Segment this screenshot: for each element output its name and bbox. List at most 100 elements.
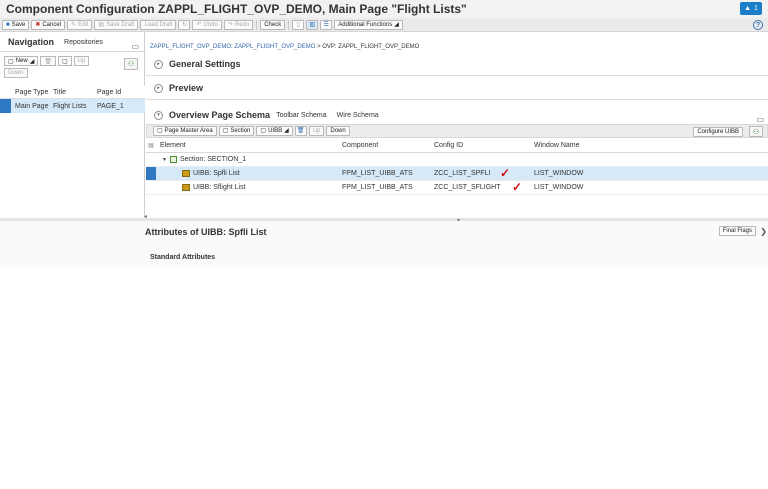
- page-master-area-button[interactable]: ▢ Page Master Area: [153, 126, 217, 136]
- tree-row[interactable]: ▼ Section: SECTION_1: [146, 153, 768, 167]
- add-user-button[interactable]: ⚇: [124, 58, 138, 70]
- breadcrumb: ZAPPL_FLIGHT_OVP_DEMO: ZAPPL_FLIGHT_OVP_…: [150, 44, 419, 50]
- down-button[interactable]: Down: [326, 126, 350, 136]
- divider: [146, 75, 768, 76]
- row-selector[interactable]: [146, 167, 156, 180]
- trash-icon: 🗑: [44, 58, 52, 65]
- checkmark-icon: ✓: [500, 166, 511, 180]
- tab-navigation[interactable]: Navigation: [8, 37, 54, 51]
- alert-button[interactable]: ▲ 1: [740, 2, 762, 15]
- list-view-button[interactable]: ☰: [320, 19, 333, 30]
- section-icon: [169, 156, 177, 163]
- cancel-icon: ✖: [35, 21, 41, 28]
- attributes-panel: Attributes of UIBB: Spfli List Final Fla…: [0, 221, 768, 489]
- column-header[interactable]: Title: [49, 89, 93, 96]
- delete-button[interactable]: 🗑: [40, 56, 56, 66]
- table-row[interactable]: UIBB: Sflight List FPM_LIST_UIBB_ATS ZCC…: [146, 180, 768, 195]
- section-label: Section: SECTION_1: [179, 156, 247, 163]
- additional-functions-menu[interactable]: Additional Functions ◢: [334, 19, 403, 30]
- element-cell: UIBB: Sflight List: [193, 184, 246, 191]
- edit-button[interactable]: ✎ Edit: [67, 19, 93, 30]
- navigation-tabs: Navigation Repositories: [0, 32, 144, 52]
- row-selector[interactable]: [146, 181, 156, 194]
- row-selector[interactable]: [0, 99, 11, 113]
- expand-icon[interactable]: ▸: [154, 83, 163, 93]
- split-view-button[interactable]: ▥: [306, 19, 319, 30]
- tab-wire-schema[interactable]: Wire Schema: [337, 112, 379, 119]
- up-button[interactable]: Up: [73, 56, 90, 66]
- column-header[interactable]: Element: [156, 142, 336, 149]
- draft-icon: ▤: [98, 21, 105, 28]
- config-id-cell: ZCC_LIST_SPFLI: [434, 170, 491, 177]
- cancel-button[interactable]: ✖ Cancel: [31, 19, 66, 30]
- person-add-icon: ⚇: [752, 128, 760, 136]
- table-row[interactable]: Main Page Flight Lists PAGE_1: [0, 99, 145, 113]
- split-view-icon: ▥: [309, 21, 316, 28]
- add-uibb-button[interactable]: ▢ UIBB ◢: [256, 126, 293, 136]
- toolbar-separator: [256, 19, 258, 30]
- save-button[interactable]: ■ Save: [2, 19, 30, 30]
- refresh-button[interactable]: ↻: [178, 19, 191, 30]
- section-title: General Settings: [169, 59, 241, 69]
- page-icon: ▢: [222, 128, 229, 134]
- column-header[interactable]: Page Id: [93, 89, 138, 96]
- save-draft-button[interactable]: ▤ Save Draft: [94, 19, 139, 30]
- layout-button[interactable]: ▯: [292, 19, 305, 30]
- column-header[interactable]: Window Name: [528, 142, 668, 149]
- final-flags-button[interactable]: Final Flags: [718, 226, 756, 236]
- help-icon[interactable]: ?: [753, 20, 763, 30]
- collapse-panel-icon[interactable]: ▭: [131, 42, 139, 51]
- expand-icon[interactable]: ▸: [154, 59, 163, 69]
- preview-section[interactable]: ▸ Preview: [154, 83, 203, 93]
- table-header: Page Type Title Page Id: [0, 86, 145, 99]
- down-button[interactable]: Down: [4, 68, 28, 78]
- tree-collapse-icon[interactable]: ▼: [162, 157, 167, 163]
- config-id-cell: ZCC_LIST_SFLIGHT: [434, 184, 501, 191]
- configure-uibb-button[interactable]: Configure UIBB: [693, 127, 743, 137]
- page-id-cell: PAGE_1: [97, 102, 124, 110]
- page-type-cell: Main Page: [15, 102, 49, 110]
- column-header[interactable]: Component: [336, 142, 428, 149]
- dropdown-icon: ◢: [394, 21, 399, 28]
- up-button[interactable]: Up: [308, 126, 325, 136]
- main-content: ZAPPL_FLIGHT_OVP_DEMO: ZAPPL_FLIGHT_OVP_…: [146, 32, 768, 218]
- general-settings-section[interactable]: ▸ General Settings: [154, 59, 241, 69]
- collapse-icon[interactable]: ▾: [154, 110, 163, 120]
- table-header: ▤ Element Component Config ID Window Nam…: [146, 139, 768, 153]
- breadcrumb-link[interactable]: ZAPPL_FLIGHT_OVP_DEMO: ZAPPL_FLIGHT_OVP_…: [150, 44, 315, 50]
- tab-toolbar-schema[interactable]: Toolbar Schema: [276, 112, 327, 119]
- refresh-icon: ↻: [181, 21, 187, 28]
- column-header[interactable]: Page Type: [11, 89, 49, 96]
- column-settings-icon[interactable]: ▤: [146, 139, 156, 152]
- tab-repositories[interactable]: Repositories: [64, 39, 103, 51]
- title-cell: Flight Lists: [53, 102, 87, 110]
- component-cell: FPM_LIST_UIBB_ATS: [342, 184, 413, 191]
- check-button[interactable]: Check: [260, 19, 286, 30]
- schema-section: ▾ Overview Page Schema Toolbar Schema Wi…: [154, 110, 379, 120]
- row-selector[interactable]: [146, 153, 156, 166]
- personalize-button[interactable]: ⚇: [749, 126, 763, 137]
- element-cell: UIBB: Spfli List: [193, 170, 240, 177]
- delete-button[interactable]: 🗑: [294, 126, 307, 136]
- checkmark-icon: ✓: [512, 180, 523, 194]
- dropdown-icon: ◢: [284, 128, 289, 134]
- layout-icon: ▯: [296, 21, 300, 28]
- load-draft-button[interactable]: Load Draft: [140, 19, 177, 30]
- navigation-toolbar: ▢ New ◢ 🗑 ▢ Up Down ⚇: [0, 52, 144, 84]
- undo-button[interactable]: ↶ Undo: [192, 19, 222, 30]
- copy-button[interactable]: ▢: [57, 56, 72, 66]
- navigation-table: Page Type Title Page Id Main Page Flight…: [0, 86, 145, 113]
- redo-button[interactable]: ↷ Redo: [223, 19, 254, 30]
- add-section-button[interactable]: ▢ Section: [218, 126, 255, 136]
- table-row[interactable]: UIBB: Spfli List FPM_LIST_UIBB_ATS ZCC_L…: [146, 166, 768, 181]
- maximize-icon[interactable]: ▭: [756, 115, 764, 124]
- new-button[interactable]: ▢ New ◢: [4, 56, 39, 66]
- column-header[interactable]: Config ID: [428, 142, 528, 149]
- copy-icon: ▢: [61, 58, 68, 65]
- tab-overview-page-schema[interactable]: Overview Page Schema: [169, 110, 270, 120]
- redo-icon: ↷: [227, 21, 233, 28]
- more-icon[interactable]: ❯: [760, 227, 767, 236]
- warning-icon: ▲: [744, 5, 752, 12]
- page-title: Component Configuration ZAPPL_FLIGHT_OVP…: [6, 2, 467, 16]
- navigation-panel: Navigation Repositories ▭ ▢ New ◢ 🗑 ▢ Up…: [0, 32, 145, 218]
